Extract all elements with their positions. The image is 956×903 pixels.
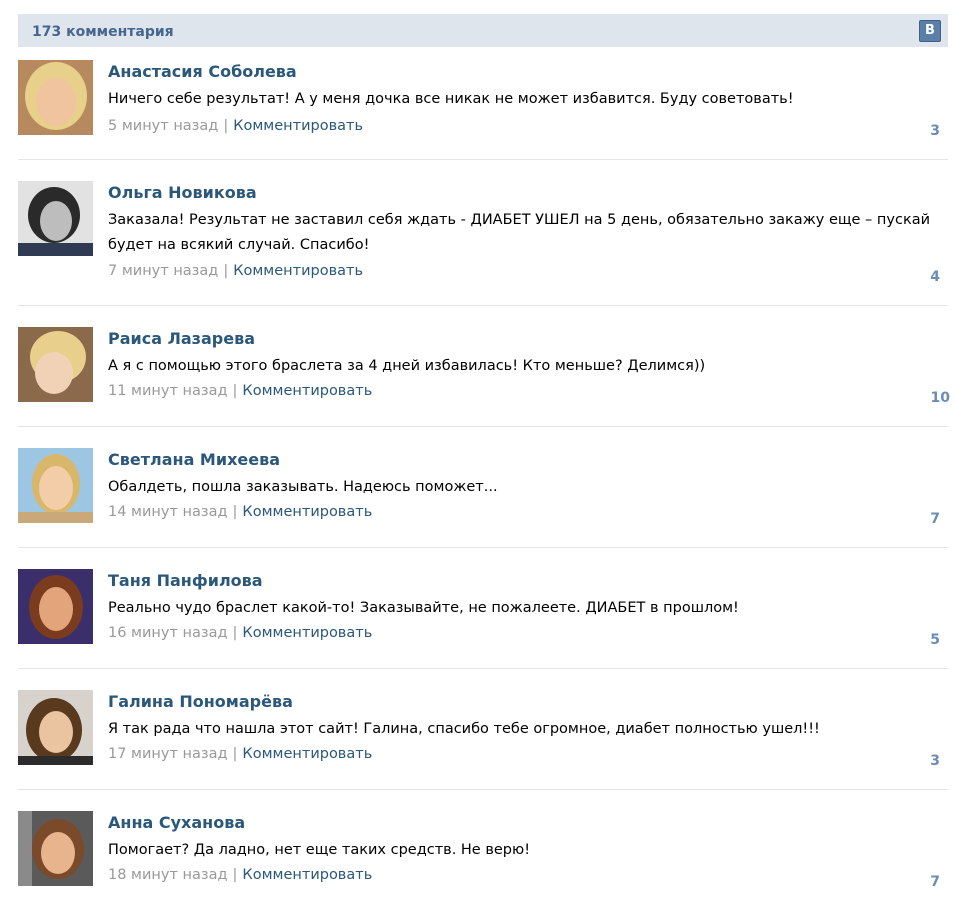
meta-separator: | — [232, 625, 238, 641]
avatar[interactable] — [18, 690, 93, 765]
comment-text: Я так рада что нашла этот сайт! Галина, … — [108, 721, 820, 737]
reply-link[interactable]: Комментировать — [242, 504, 372, 520]
comment-meta: 17 минут назад | Комментировать — [108, 744, 372, 764]
divider — [18, 305, 948, 306]
author-name[interactable]: Светлана Михеева — [108, 450, 280, 470]
comments-count-title: 173 комментария — [32, 24, 174, 40]
comment-time: 7 минут назад — [108, 263, 219, 279]
meta-separator: | — [232, 867, 238, 883]
comment-time: 5 минут назад — [108, 118, 219, 134]
avatar[interactable] — [18, 181, 93, 256]
like-count[interactable]: 7 — [930, 511, 940, 527]
comment-meta: 16 минут назад | Комментировать — [108, 623, 372, 643]
author-name[interactable]: Анна Суханова — [108, 813, 245, 833]
author-name[interactable]: Таня Панфилова — [108, 571, 263, 591]
comment-meta: 14 минут назад | Комментировать — [108, 502, 372, 522]
like-count[interactable]: 3 — [930, 123, 940, 139]
comment-meta: 11 минут назад | Комментировать — [108, 381, 372, 401]
author-name[interactable]: Раиса Лазарева — [108, 329, 255, 349]
reply-link[interactable]: Комментировать — [233, 118, 363, 134]
comment-meta: 18 минут назад | Комментировать — [108, 865, 372, 885]
avatar[interactable] — [18, 811, 93, 886]
comment-time: 17 минут назад — [108, 746, 228, 762]
comment-text: Помогает? Да ладно, нет еще таких средст… — [108, 842, 531, 858]
reply-link[interactable]: Комментировать — [242, 867, 372, 883]
comment-text: Заказала! Результат не заставил себя жда… — [108, 212, 931, 253]
meta-separator: | — [232, 383, 238, 399]
meta-separator: | — [223, 118, 229, 134]
reply-link[interactable]: Комментировать — [242, 625, 372, 641]
author-name[interactable]: Галина Пономарёва — [108, 692, 293, 712]
comment-text: Ничего себе результат! А у меня дочка вс… — [108, 91, 794, 107]
divider — [18, 668, 948, 669]
author-name[interactable]: Анастасия Соболева — [108, 62, 297, 82]
avatar[interactable] — [18, 327, 93, 402]
avatar[interactable] — [18, 60, 93, 135]
comment-time: 16 минут назад — [108, 625, 228, 641]
divider — [18, 159, 948, 160]
avatar[interactable] — [18, 569, 93, 644]
reply-link[interactable]: Комментировать — [233, 263, 363, 279]
divider — [18, 789, 948, 790]
like-count[interactable]: 7 — [930, 874, 940, 890]
comments-header: 173 комментария B — [18, 14, 948, 47]
meta-separator: | — [223, 263, 229, 279]
comment-text: Реально чудо браслет какой-то! Заказывай… — [108, 600, 739, 616]
divider — [18, 426, 948, 427]
meta-separator: | — [232, 746, 238, 762]
like-count[interactable]: 4 — [930, 269, 940, 285]
comment-time: 11 минут назад — [108, 383, 228, 399]
like-count[interactable]: 3 — [930, 753, 940, 769]
comment-text: Обалдеть, пошла заказывать. Надеюсь помо… — [108, 479, 498, 495]
meta-separator: | — [232, 504, 238, 520]
author-name[interactable]: Ольга Новикова — [108, 183, 257, 203]
reply-link[interactable]: Комментировать — [242, 746, 372, 762]
reply-link[interactable]: Комментировать — [242, 383, 372, 399]
avatar[interactable] — [18, 448, 93, 523]
vk-logo-icon[interactable]: B — [919, 20, 941, 42]
divider — [18, 547, 948, 548]
like-count[interactable]: 5 — [930, 632, 940, 648]
like-count[interactable]: 10 — [931, 390, 950, 406]
comment-text: А я с помощью этого браслета за 4 дней и… — [108, 358, 706, 374]
comment-meta: 7 минут назад | Комментировать — [108, 261, 363, 281]
comment-meta: 5 минут назад | Комментировать — [108, 116, 363, 136]
comment-time: 18 минут назад — [108, 867, 228, 883]
comment-time: 14 минут назад — [108, 504, 228, 520]
